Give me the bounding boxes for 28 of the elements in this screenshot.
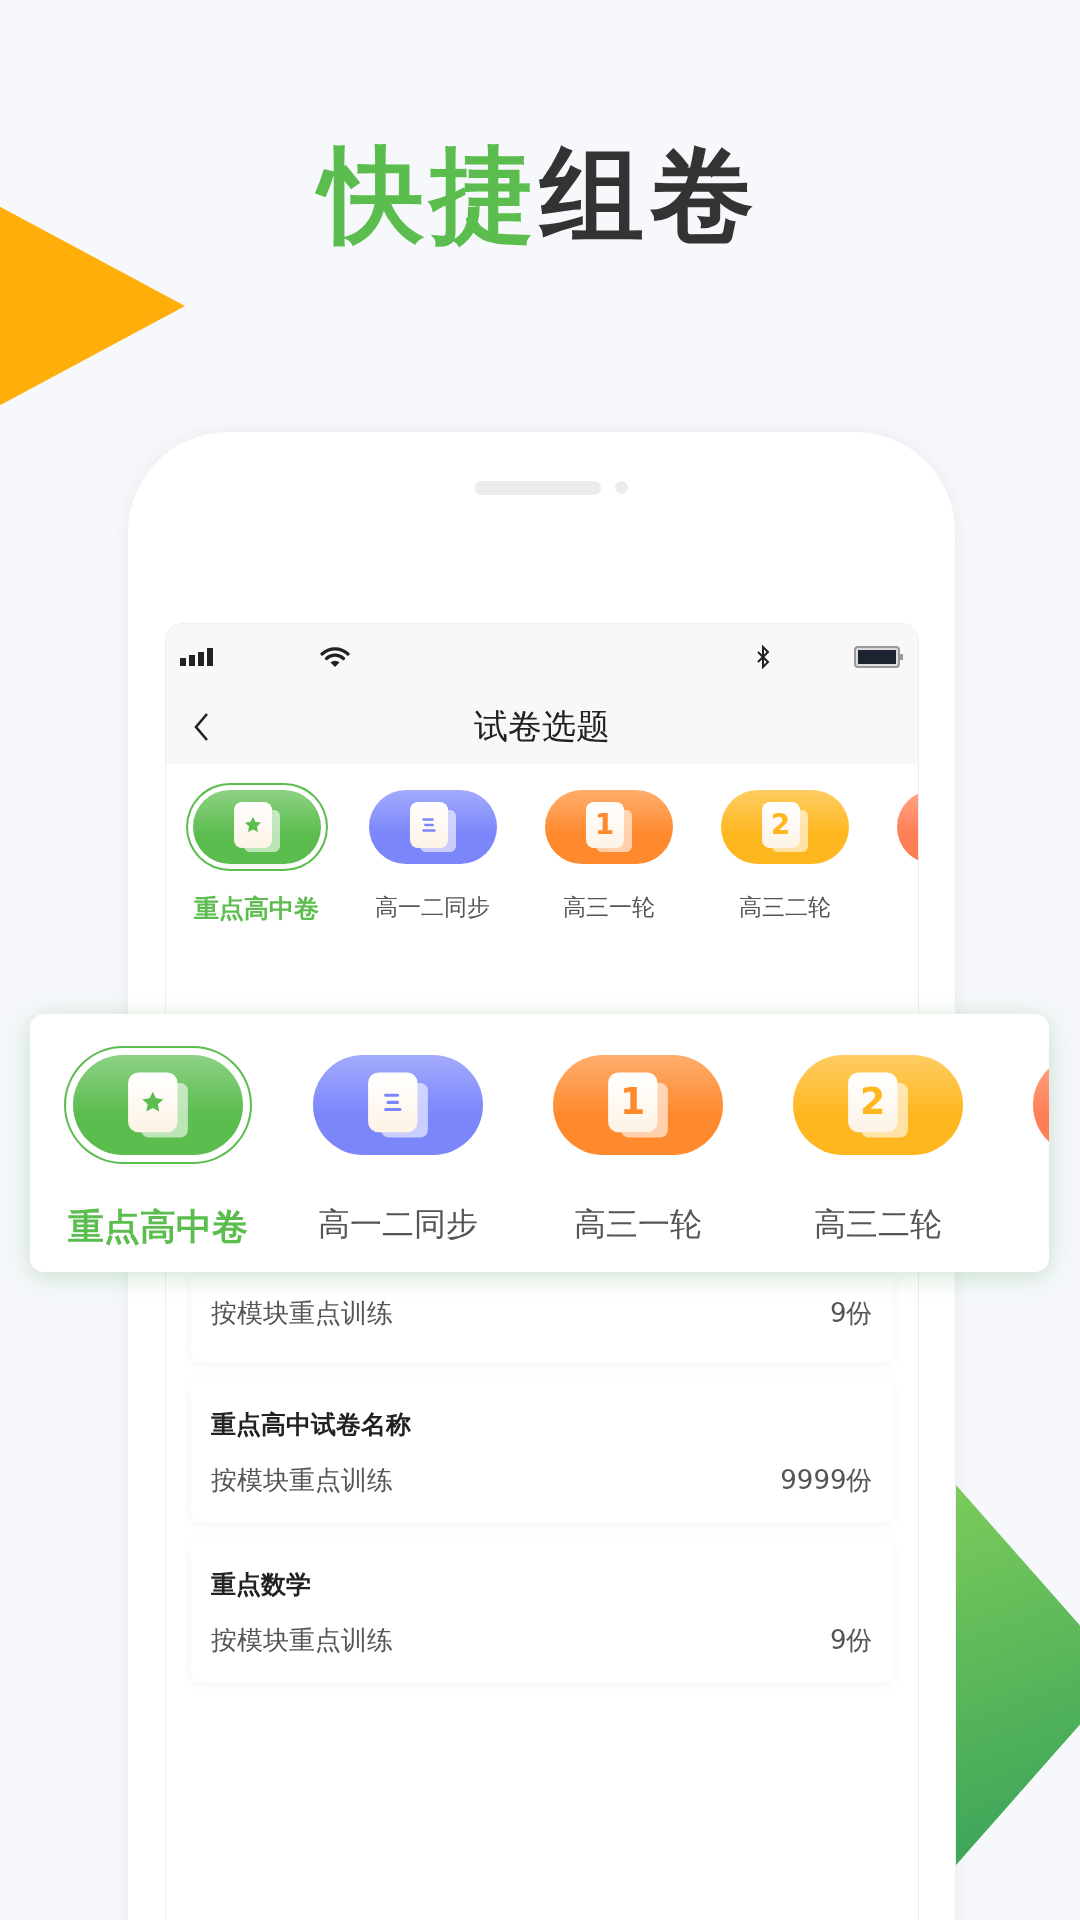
headline: 快捷组卷 [0, 0, 1080, 250]
icon-number: 2 [770, 811, 791, 839]
paper-card[interactable]: 按模块重点训练 9份 [190, 1274, 893, 1362]
paper-title: 重点高中试卷名称 [210, 1409, 412, 1441]
back-button[interactable] [193, 712, 210, 742]
signal-icon [179, 648, 214, 666]
paper-title: 重点数学 [210, 1569, 312, 1601]
battery-icon [853, 646, 904, 668]
bluetooth-icon [755, 645, 770, 669]
paper-card[interactable]: 重点数学 按模块重点训练 9份 [190, 1542, 893, 1682]
category-tab[interactable]: 2 高三二轮 [758, 1014, 998, 1272]
category-tab[interactable]: 高一二同步 [278, 1014, 518, 1272]
paper-subtitle: 按模块重点训练 [210, 1297, 393, 1330]
paper-count: 9份 [829, 1297, 873, 1330]
icon-number: 2 [860, 1084, 886, 1121]
category-tab[interactable]: 1 高三一轮 [520, 784, 697, 964]
paper-card[interactable]: 重点高中试卷名称 按模块重点训练 9999份 [190, 1382, 893, 1522]
icon-number: 1 [594, 811, 615, 839]
category-tab[interactable]: 2 高三二轮 [696, 784, 873, 964]
paper-count: 9999份 [780, 1464, 873, 1497]
screen-title: 试卷选题 [473, 705, 610, 748]
wifi-icon [319, 646, 350, 668]
icon-number: 1 [620, 1084, 646, 1121]
paper-count: 9份 [829, 1624, 873, 1657]
paper-subtitle: 按模块重点训练 [210, 1624, 393, 1657]
category-tab[interactable]: 高一二同步 [344, 784, 521, 964]
paper-subtitle: 按模块重点训练 [210, 1464, 393, 1497]
category-tab[interactable]: 1 高三一轮 [518, 1014, 758, 1272]
